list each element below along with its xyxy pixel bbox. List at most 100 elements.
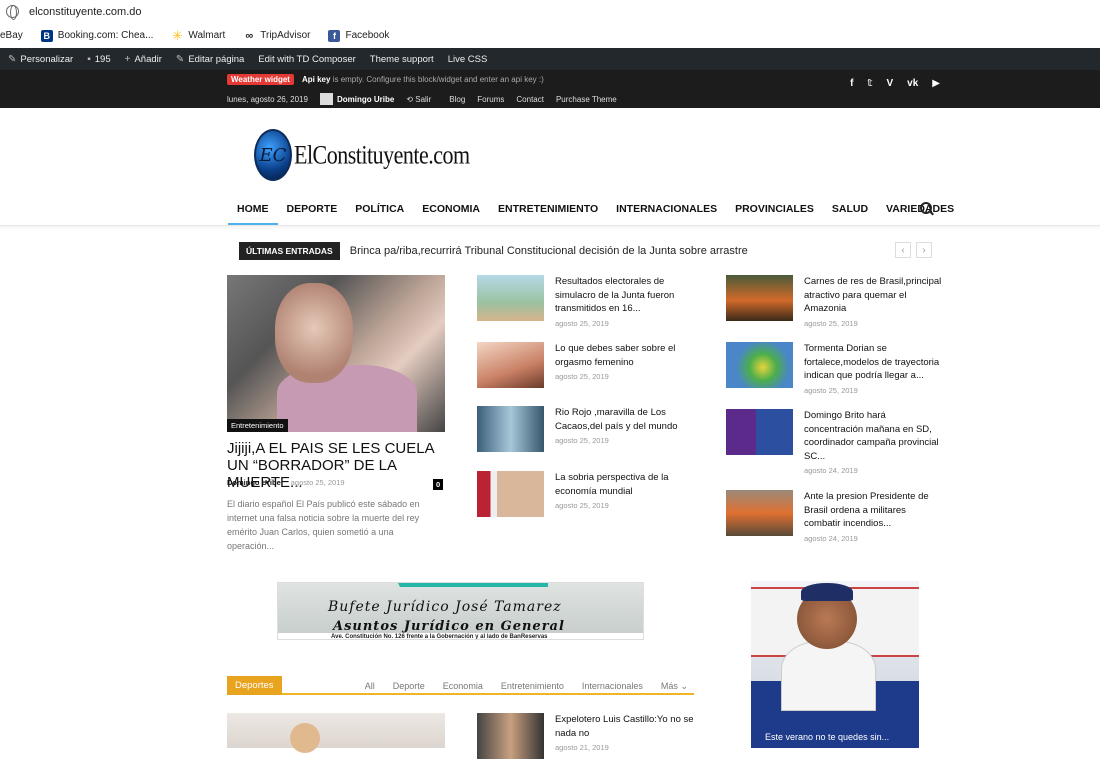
ad-banner-bufete[interactable]: Bufete Jurídico José Tamarez Asuntos Jur… (277, 582, 644, 640)
bookmark-tripadvisor[interactable]: ∞ TripAdvisor (243, 30, 310, 42)
post-date: agosto 25, 2019 (804, 318, 858, 328)
nav-home[interactable]: HOME (228, 196, 278, 225)
nav-internacionales[interactable]: INTERNACIONALES (607, 196, 726, 225)
post-thumbnail[interactable] (477, 275, 544, 321)
deportes-section-header: Deportes All Deporte Economia Entretenim… (227, 676, 694, 695)
logo-text: ElConstituyente.com (294, 139, 470, 170)
list-item[interactable]: Expelotero Luis Castillo:Yo no se nada n… (477, 713, 695, 759)
nav-deporte[interactable]: DEPORTE (278, 196, 347, 225)
menu-contact[interactable]: Contact (516, 95, 544, 104)
chevron-down-icon: ⌄ (680, 681, 688, 691)
comment-icon: ▪ (87, 53, 91, 65)
list-item[interactable]: Carnes de res de Brasil,principal atract… (726, 275, 944, 328)
post-title[interactable]: Domingo Brito hará concentración mañana … (804, 409, 944, 463)
comment-count-badge[interactable]: 0 (433, 479, 444, 490)
post-date: agosto 25, 2019 (804, 385, 858, 395)
ticker-headline[interactable]: Brinca pa/riba,recurrirá Tribunal Consti… (350, 245, 748, 257)
logout-link[interactable]: ⟲ Salir (406, 95, 431, 104)
list-item[interactable]: Lo que debes saber sobre el orgasmo feme… (477, 342, 695, 388)
bookmark-ebay[interactable]: eBay (0, 30, 23, 41)
twitter-icon[interactable]: 𝕥 (867, 78, 872, 89)
social-links: f 𝕥 V vk ▶ (850, 78, 940, 89)
post-thumbnail[interactable] (726, 275, 793, 321)
feature-author[interactable]: Domingo Uribe (227, 478, 281, 487)
ad-sidebar[interactable]: Este verano no te quedes sin... (751, 581, 919, 748)
plus-icon: + (124, 53, 131, 65)
add-new-link[interactable]: + Añadir (125, 54, 162, 65)
ticker-next-button[interactable]: › (916, 242, 932, 258)
tab-more[interactable]: Más ⌄ (661, 681, 688, 692)
logo-emblem: EC (254, 129, 292, 181)
menu-forums[interactable]: Forums (477, 95, 504, 104)
post-date: agosto 24, 2019 (804, 533, 858, 543)
bookmark-booking[interactable]: B Booking.com: Chea... (40, 29, 153, 42)
menu-blog[interactable]: Blog (449, 95, 465, 104)
post-title[interactable]: Ante la presion Presidente de Brasil ord… (804, 490, 944, 531)
post-title[interactable]: Carnes de res de Brasil,principal atract… (804, 275, 944, 316)
list-item[interactable]: Rio Rojo ,maravilla de Los Cacaos,del pa… (477, 406, 695, 452)
youtube-icon[interactable]: ▶ (932, 78, 940, 89)
theme-support-link[interactable]: Theme support (370, 54, 434, 65)
ticker-prev-button[interactable]: ‹ (895, 242, 911, 258)
comments-link[interactable]: ▪ 195 (87, 54, 110, 65)
url-text[interactable]: elconstituyente.com.do (29, 6, 142, 18)
menu-purchase-theme[interactable]: Purchase Theme (556, 95, 617, 104)
feature-image[interactable]: Entretenimiento (227, 275, 445, 432)
address-bar[interactable]: elconstituyente.com.do (0, 0, 1100, 23)
post-date: agosto 24, 2019 (804, 466, 858, 475)
post-thumbnail[interactable] (477, 471, 544, 517)
deportes-feature-image[interactable] (227, 713, 445, 753)
site-logo[interactable]: EC ElConstituyente.com (254, 129, 470, 181)
top-bar: Weather widget Api key is empty. Configu… (0, 70, 1100, 108)
feature-excerpt: El diario español El País publicó este s… (227, 499, 420, 551)
nav-provinciales[interactable]: PROVINCIALES (726, 196, 823, 225)
post-title[interactable]: Tormenta Dorian se fortalece,modelos de … (804, 342, 944, 383)
post-title[interactable]: Rio Rojo ,maravilla de Los Cacaos,del pa… (555, 406, 695, 433)
nav-salud[interactable]: SALUD (823, 196, 877, 225)
main-nav: HOME DEPORTE POLÍTICA ECONOMIA ENTRETENI… (228, 196, 963, 225)
category-badge[interactable]: Entretenimiento (227, 419, 288, 432)
facebook-icon[interactable]: f (850, 78, 853, 89)
weather-widget: Weather widget Api key is empty. Configu… (227, 74, 544, 85)
post-thumbnail[interactable] (477, 406, 544, 452)
post-title[interactable]: Expelotero Luis Castillo:Yo no se nada n… (555, 713, 695, 740)
post-thumbnail[interactable] (726, 409, 793, 455)
weather-tag: Weather widget (227, 74, 294, 85)
list-item[interactable]: Domingo Brito hará concentración mañana … (726, 409, 944, 475)
feature-meta: Domingo Uribe agosto 25, 2019 (227, 478, 345, 487)
post-thumbnail[interactable] (726, 490, 793, 536)
facebook-icon: f (328, 29, 341, 42)
post-title[interactable]: Resultados electorales de simulacro de l… (555, 275, 695, 316)
search-icon[interactable] (920, 202, 933, 215)
post-thumbnail[interactable] (477, 342, 544, 388)
tab-economia[interactable]: Economia (443, 681, 483, 692)
tab-deporte[interactable]: Deporte (393, 681, 425, 692)
vk-icon[interactable]: vk (907, 78, 918, 89)
tab-internacionales[interactable]: Internacionales (582, 681, 643, 692)
current-date: lunes, agosto 26, 2019 (227, 94, 308, 104)
bookmarks-bar: eBay B Booking.com: Chea... ✳ Walmart ∞ Tri… (0, 23, 1100, 48)
list-item[interactable]: Ante la presion Presidente de Brasil ord… (726, 490, 944, 543)
nav-entretenimiento[interactable]: ENTRETENIMIENTO (489, 196, 607, 225)
post-title[interactable]: La sobria perspectiva de la economía mun… (555, 471, 695, 498)
vimeo-icon[interactable]: V (887, 78, 894, 89)
user-profile[interactable]: Domingo Uribe (319, 93, 394, 105)
bookmark-facebook[interactable]: f Facebook (328, 29, 389, 42)
post-thumbnail[interactable] (726, 342, 793, 388)
tab-entretenimiento[interactable]: Entretenimiento (501, 681, 564, 692)
bookmark-walmart[interactable]: ✳ Walmart (171, 28, 225, 43)
tab-all[interactable]: All (365, 681, 375, 692)
list-item[interactable]: Tormenta Dorian se fortalece,modelos de … (726, 342, 944, 395)
customize-link[interactable]: ✎ Personalizar (8, 54, 73, 65)
list-item[interactable]: Resultados electorales de simulacro de l… (477, 275, 695, 328)
edit-page-link[interactable]: ✎ Editar página (176, 54, 244, 65)
post-title[interactable]: Lo que debes saber sobre el orgasmo feme… (555, 342, 695, 369)
td-composer-link[interactable]: Edit with TD Composer (258, 54, 356, 65)
nav-economia[interactable]: ECONOMIA (413, 196, 489, 225)
post-date: agosto 25, 2019 (555, 372, 609, 381)
nav-politica[interactable]: POLÍTICA (346, 196, 413, 225)
list-item[interactable]: La sobria perspectiva de la economía mun… (477, 471, 695, 517)
section-title[interactable]: Deportes (227, 676, 282, 695)
post-thumbnail[interactable] (477, 713, 544, 759)
live-css-link[interactable]: Live CSS (448, 54, 488, 65)
